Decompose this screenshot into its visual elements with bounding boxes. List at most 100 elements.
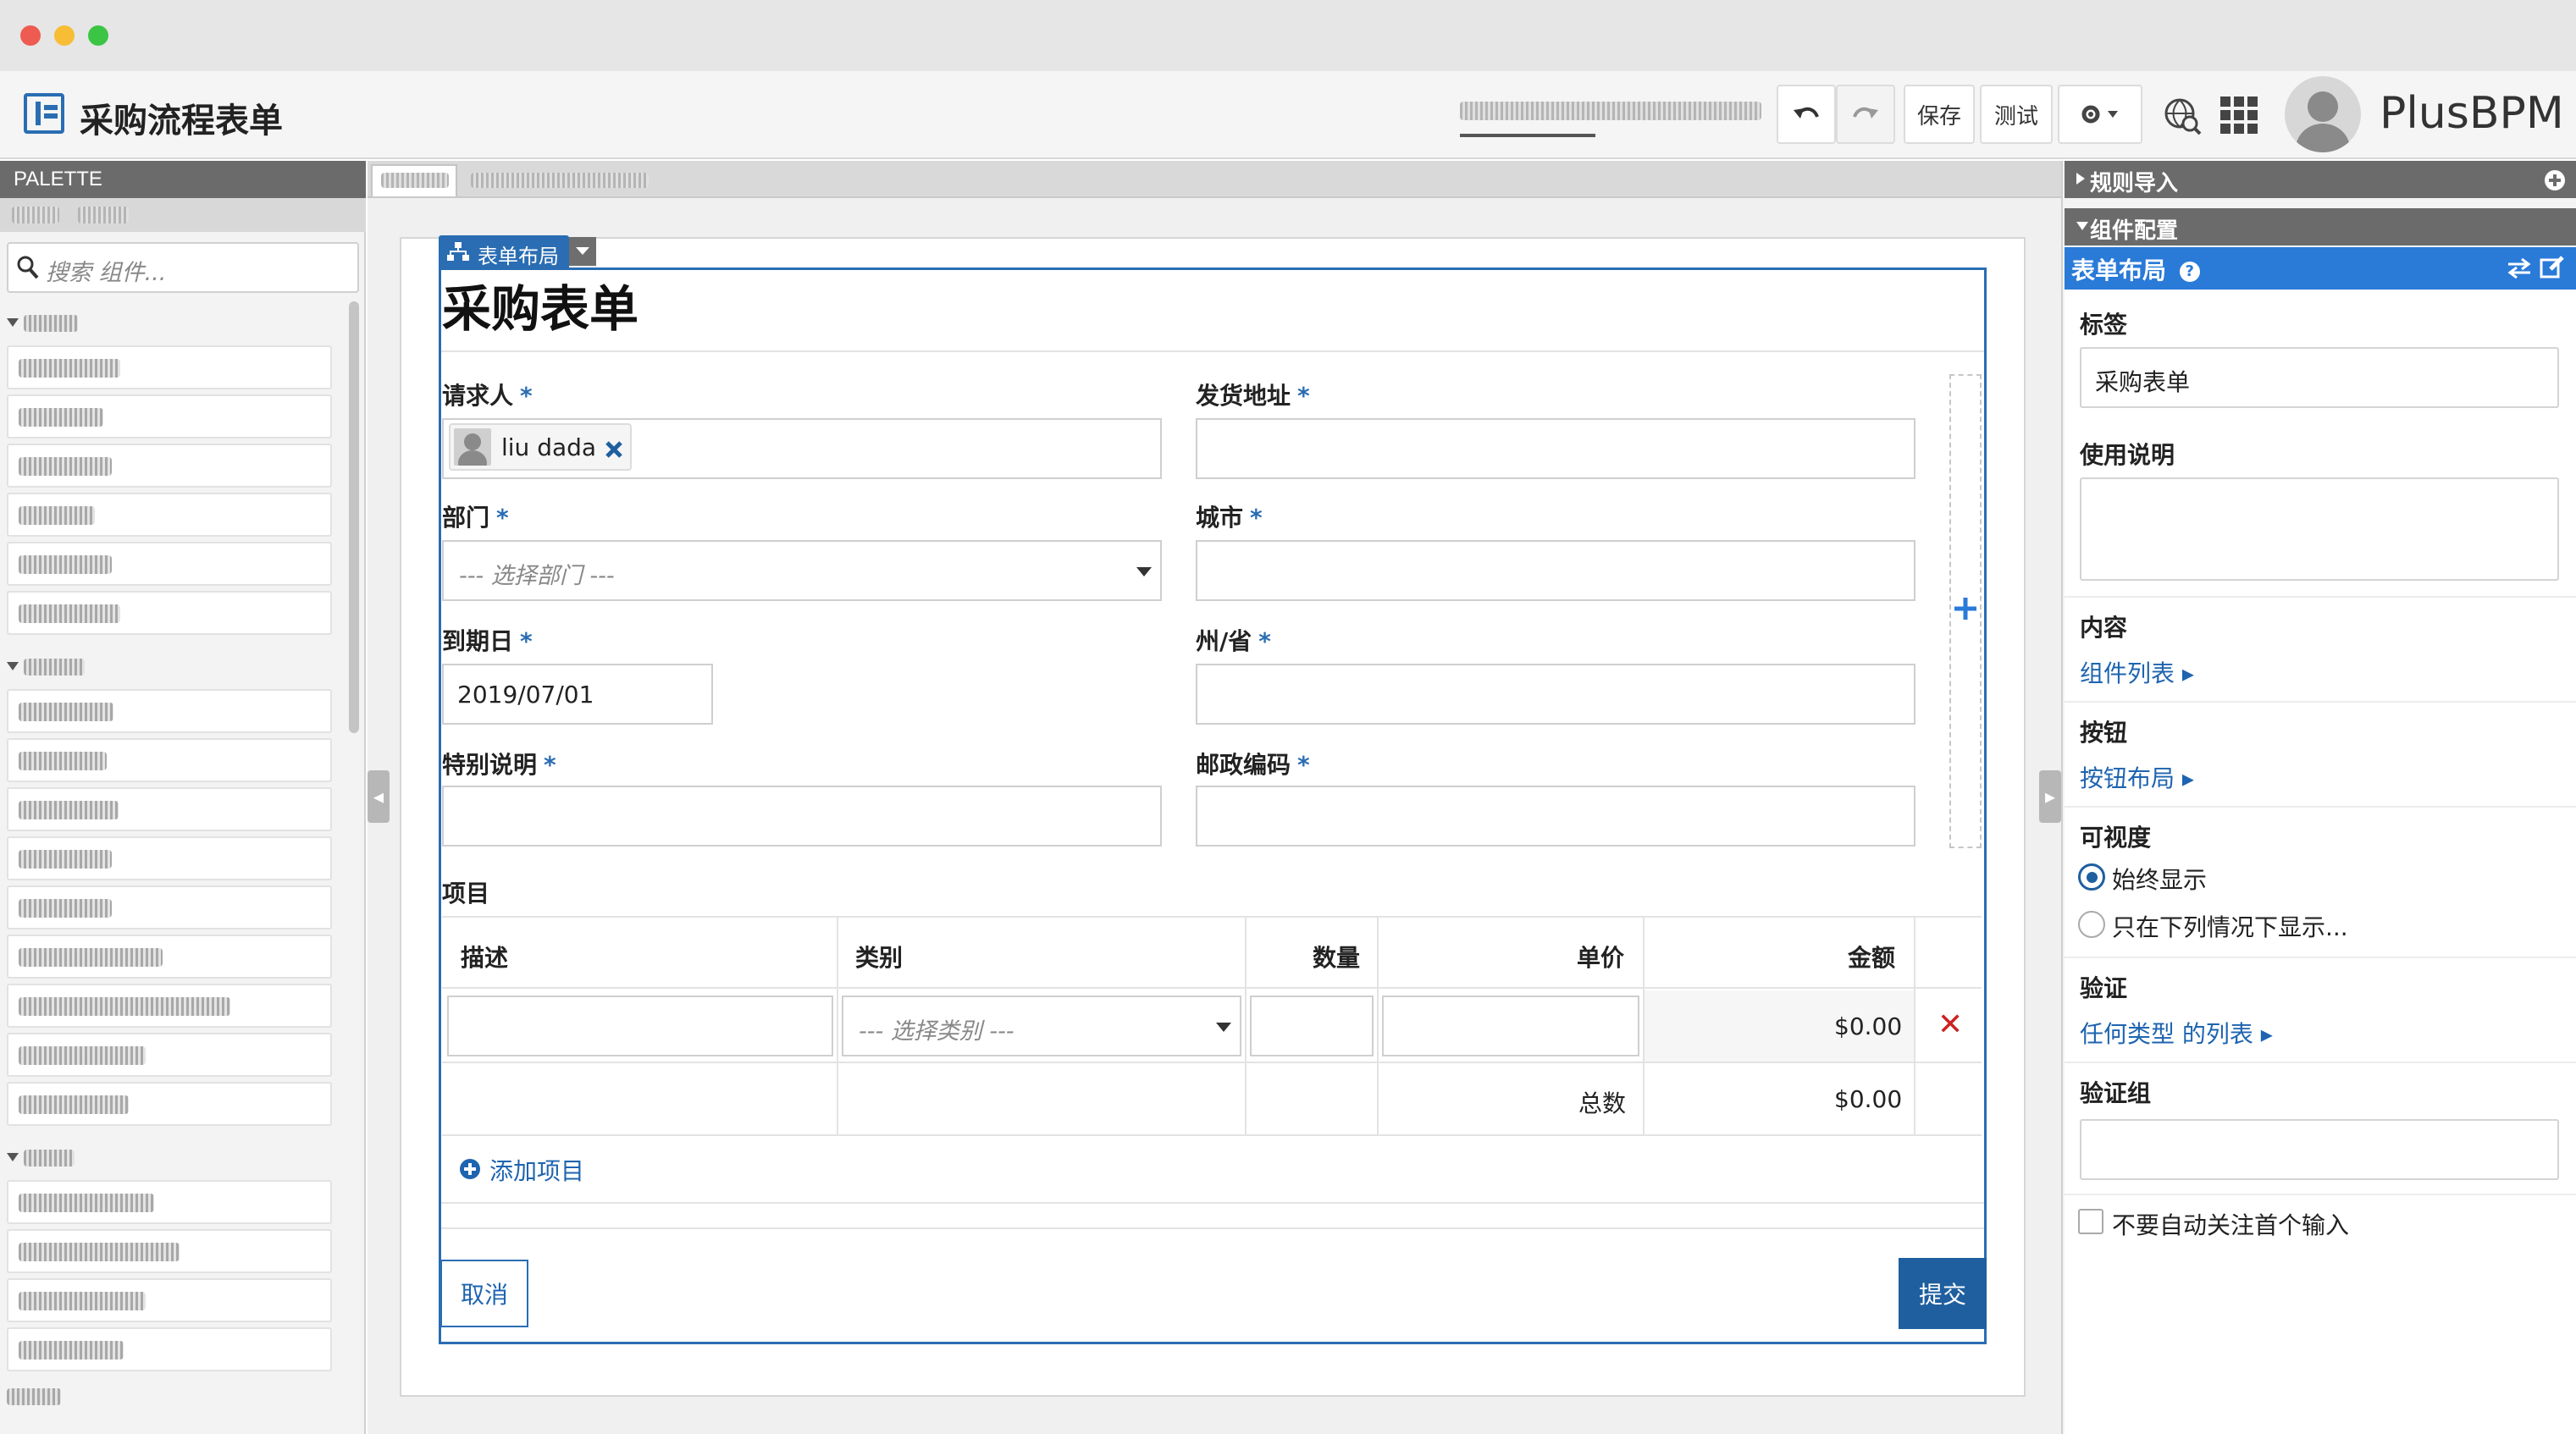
chevron-down-icon [1216,1023,1231,1032]
undo-button[interactable] [1777,85,1836,144]
item-unit-price-input[interactable] [1382,996,1639,1056]
palette-component[interactable] [7,591,332,635]
chevron-down-icon [1136,567,1152,576]
palette-component[interactable] [7,1180,332,1224]
canvas-tab-source[interactable] [462,164,657,196]
item-quantity-input[interactable] [1250,996,1374,1056]
divider [2065,701,2576,703]
add-item-label: 添加项目 [489,1157,585,1185]
palette-scrollbar[interactable] [349,301,359,733]
no-autofocus-checkbox[interactable] [2078,1209,2103,1234]
city-input[interactable] [1196,540,1915,601]
ship-address-input[interactable] [1196,418,1915,479]
collapse-properties-button[interactable]: ▸ [2039,770,2061,823]
plus-circle-icon [460,1159,480,1179]
visibility-always-radio[interactable] [2078,863,2105,891]
due-date-value: 2019/07/01 [457,681,594,709]
divider [2065,1194,2576,1195]
content-title: 内容 [2080,614,2128,642]
component-config-header[interactable]: 组件配置 [2065,208,2576,245]
globe-search-icon[interactable] [2163,97,2202,141]
items-table: 描述 类别 数量 单价 金额 --- 选择类别 --- $0.00 ✕ 总数 $… [442,916,1982,1136]
visibility-title: 可视度 [2080,824,2152,852]
selected-component-name: 表单布局 [2071,256,2167,284]
label-input[interactable]: 采购表单 [2080,347,2559,408]
requester-name: liu dada [501,433,597,461]
settings-dropdown-button[interactable] [2058,85,2142,144]
palette-component[interactable] [7,1327,332,1371]
minimize-window-button[interactable] [54,25,75,46]
selected-component-bar: 表单布局 ? [2065,247,2576,290]
item-amount: $0.00 [1834,1012,1903,1040]
user-avatar[interactable] [2285,76,2361,152]
usage-textarea[interactable] [2080,477,2559,581]
state-label: 州/省 * [1196,627,1271,655]
palette-component[interactable] [7,836,332,880]
palette-search-input[interactable]: 搜索 组件... [7,242,359,293]
swap-icon[interactable] [2507,257,2532,279]
caret-right-icon [2076,173,2085,185]
cancel-button[interactable]: 取消 [440,1260,528,1327]
palette-component[interactable] [7,444,332,488]
palette-component[interactable] [7,1229,332,1273]
maximize-window-button[interactable] [88,25,108,46]
palette-component[interactable] [7,394,332,438]
validation-list-link[interactable]: 任何类型 的列表 ▸ [2080,1016,2273,1050]
palette-component[interactable] [7,345,332,389]
palette-tab[interactable] [78,207,129,223]
close-window-button[interactable] [20,25,41,46]
validation-group-input[interactable] [2080,1119,2559,1180]
visibility-conditional-radio[interactable] [2078,911,2105,938]
divider [441,1227,1984,1229]
palette-component[interactable] [7,787,332,831]
form-layout-dropdown[interactable] [569,237,596,266]
save-button[interactable]: 保存 [1904,85,1975,144]
help-icon[interactable]: ? [2179,262,2200,282]
button-layout-link[interactable]: 按钮布局 ▸ [2080,760,2194,794]
palette-component[interactable] [7,1033,332,1077]
collapse-palette-button[interactable]: ◂ [368,770,390,823]
palette-search-placeholder: 搜索 组件... [46,260,167,286]
rules-import-header[interactable]: 规则导入 [2065,161,2576,198]
delete-row-icon[interactable]: ✕ [1938,1007,1963,1042]
component-list-link[interactable]: 组件列表 ▸ [2080,655,2194,689]
validation-title: 验证 [2080,974,2128,1002]
edit-icon[interactable] [2539,254,2566,281]
palette-component[interactable] [7,493,332,537]
state-input[interactable] [1196,664,1915,725]
due-date-input[interactable]: 2019/07/01 [442,664,713,725]
divider [2065,596,2576,598]
items-label: 项目 [442,880,490,907]
add-circle-icon[interactable] [2544,169,2566,191]
item-category-select[interactable]: --- 选择类别 --- [842,996,1241,1056]
blurred-underline [1460,134,1595,137]
canvas-tab-design[interactable] [371,164,457,196]
submit-button[interactable]: 提交 [1899,1258,1987,1329]
test-button[interactable]: 测试 [1980,85,2053,144]
grid-icon[interactable] [2220,97,2258,140]
palette-component[interactable] [7,885,332,929]
divider [441,1202,1984,1204]
palette-component[interactable] [7,935,332,979]
palette-component[interactable] [7,689,332,733]
palette-component[interactable] [7,738,332,782]
redo-button[interactable] [1836,85,1895,144]
special-notes-input[interactable] [442,786,1162,847]
palette-component[interactable] [7,542,332,586]
form-designer-icon [24,93,64,134]
palette-tab[interactable] [12,207,59,223]
remove-icon[interactable] [605,440,623,459]
component-config-label: 组件配置 [2090,218,2179,244]
palette-component[interactable] [7,1278,332,1322]
palette-component[interactable] [7,984,332,1028]
app-header: 采购流程表单 保存 测试 PlusBPM [0,71,2576,159]
item-description-input[interactable] [447,996,833,1056]
form-layout-tag[interactable]: 表单布局 [439,235,569,268]
department-select[interactable]: --- 选择部门 --- [442,540,1162,601]
no-autofocus-label: 不要自动关注首个输入 [2112,1211,2350,1239]
palette-component[interactable] [7,1082,332,1126]
add-column-icon[interactable] [1953,596,1978,621]
city-label: 城市 * [1196,504,1263,532]
postal-code-input[interactable] [1196,786,1915,847]
total-label: 总数 [1578,1089,1627,1117]
